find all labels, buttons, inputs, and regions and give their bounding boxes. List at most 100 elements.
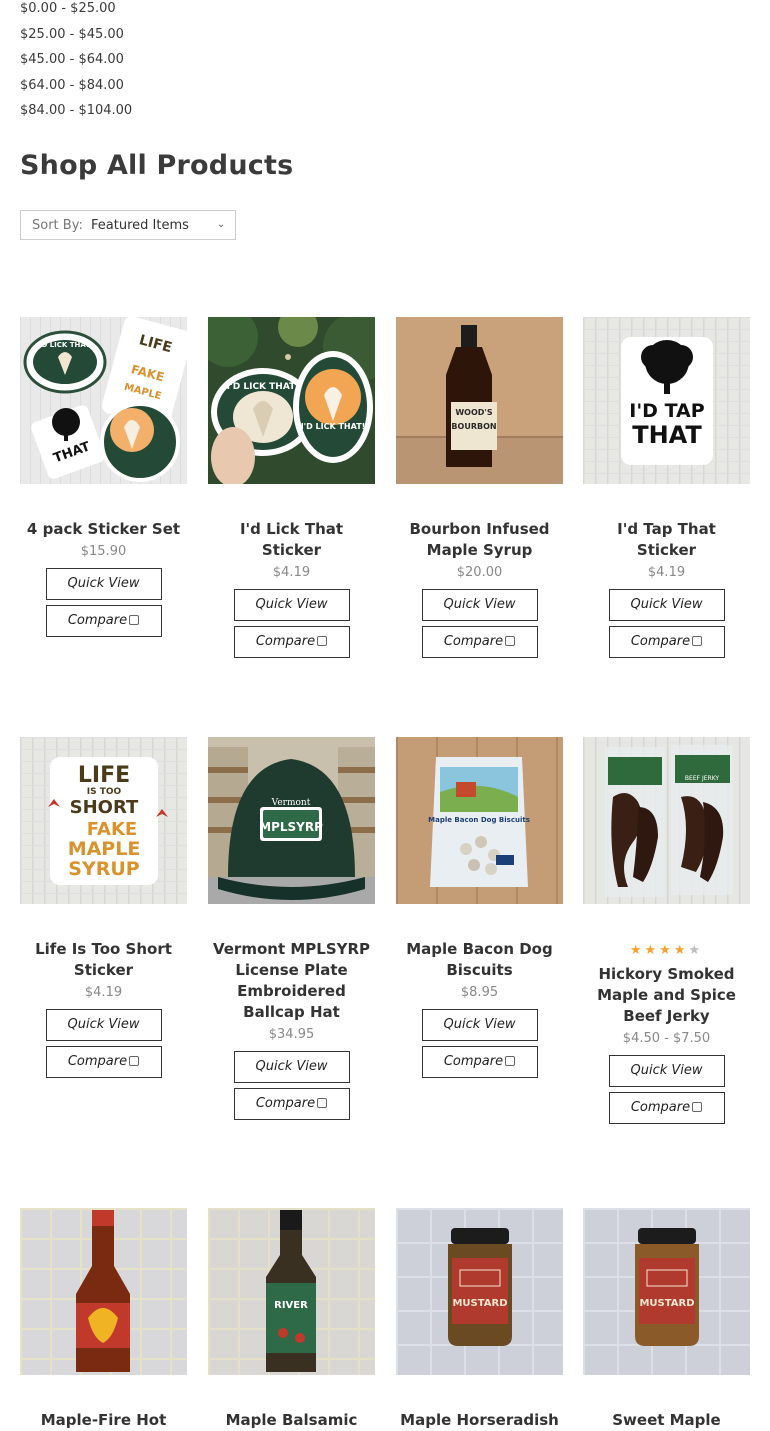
product-image[interactable]: I'D LICK THAT! I'D LICK THAT! — [208, 317, 375, 484]
product-card: Maple-Fire Hot — [20, 1208, 187, 1431]
sort-value[interactable]: Featured Items — [91, 218, 189, 233]
product-title[interactable]: I'd Tap That Sticker — [583, 519, 750, 561]
quick-view-button[interactable]: Quick View — [233, 1051, 350, 1083]
product-price: $4.19 — [272, 565, 311, 580]
product-price: $4.19 — [647, 565, 686, 580]
product-title[interactable]: Vermont MPLSYRP License Plate Embroidere… — [208, 939, 375, 1023]
star-icon: ★ — [659, 943, 674, 958]
compare-label: Compare — [67, 613, 128, 628]
compare-button[interactable]: Compare — [608, 1092, 725, 1124]
product-price: $8.95 — [460, 985, 499, 1000]
product-price: $4.50 - $7.50 — [622, 1031, 711, 1046]
svg-text:BOURBON: BOURBON — [451, 422, 496, 431]
product-title[interactable]: Maple Bacon Dog Biscuits — [396, 939, 563, 981]
product-image[interactable]: LIFE IS TOO SHORT FAKE MAPLE SYRUP — [20, 737, 187, 904]
svg-text:RIVER: RIVER — [274, 1300, 308, 1311]
product-title[interactable]: Sweet Maple — [583, 1410, 750, 1431]
product-image[interactable]: MUSTARD — [396, 1208, 563, 1375]
product-price: $15.90 — [80, 544, 127, 559]
compare-button[interactable]: Compare — [421, 1046, 538, 1078]
product-title[interactable]: Maple-Fire Hot — [20, 1410, 187, 1431]
compare-button[interactable]: Compare — [421, 626, 538, 658]
product-image[interactable]: I'D TAP THAT — [583, 317, 750, 484]
quick-view-button[interactable]: Quick View — [45, 1009, 162, 1041]
price-filter-link[interactable]: $64.00 - $84.00 — [20, 77, 132, 103]
compare-label: Compare — [443, 1054, 504, 1069]
chevron-down-icon: ⌄ — [217, 219, 226, 230]
price-filter-link[interactable]: $25.00 - $45.00 — [20, 26, 132, 52]
svg-text:FAKE: FAKE — [87, 819, 137, 840]
sort-select[interactable]: Sort By: Featured Items ⌄ — [20, 210, 236, 240]
compare-button[interactable]: Compare — [233, 626, 350, 658]
product-card: WOOD'S BOURBON Bourbon Infused Maple Syr… — [396, 317, 563, 658]
quick-view-button[interactable]: Quick View — [45, 568, 162, 600]
product-title[interactable]: 4 pack Sticker Set — [20, 519, 187, 540]
star-icon: ★ — [629, 943, 645, 958]
compare-checkbox[interactable] — [692, 636, 703, 646]
svg-text:SYRUP: SYRUP — [68, 858, 140, 880]
svg-text:Maple Bacon Dog Biscuits: Maple Bacon Dog Biscuits — [428, 816, 530, 824]
product-card: Maple Bacon Dog Biscuits Maple Bacon Dog… — [396, 737, 563, 1078]
compare-checkbox[interactable] — [317, 1098, 328, 1108]
star-icon: ★ — [673, 943, 689, 958]
compare-button[interactable]: Compare — [45, 605, 162, 637]
product-image[interactable]: MUSTARD — [583, 1208, 750, 1375]
svg-text:LIFE: LIFE — [78, 763, 130, 788]
quick-view-button[interactable]: Quick View — [608, 589, 725, 621]
quick-view-label: Quick View — [630, 597, 703, 612]
product-card: I'D LICK THAT! LIFE FAKE MAPLE THAT 4 pa… — [20, 317, 187, 637]
product-card: Vermont MPLSYRP Vermont MPLSYRP License … — [208, 737, 375, 1120]
svg-text:WOOD'S: WOOD'S — [455, 408, 493, 417]
compare-checkbox[interactable] — [129, 1056, 140, 1066]
compare-label: Compare — [67, 1054, 128, 1069]
quick-view-button[interactable]: Quick View — [233, 589, 350, 621]
product-image[interactable]: BEEF JERKY — [583, 737, 750, 904]
product-title[interactable]: I'd Lick That Sticker — [208, 519, 375, 561]
quick-view-label: Quick View — [67, 576, 140, 591]
price-filter-link[interactable]: $0.00 - $25.00 — [20, 0, 132, 26]
product-title[interactable]: Bourbon Infused Maple Syrup — [396, 519, 563, 561]
compare-label: Compare — [630, 634, 691, 649]
product-price: $4.19 — [84, 985, 123, 1000]
quick-view-label: Quick View — [630, 1063, 703, 1078]
product-title[interactable]: Life Is Too Short Sticker — [20, 939, 187, 981]
product-image[interactable]: Maple Bacon Dog Biscuits — [396, 737, 563, 904]
quick-view-button[interactable]: Quick View — [421, 589, 538, 621]
product-image[interactable]: I'D LICK THAT! LIFE FAKE MAPLE THAT — [20, 317, 187, 484]
star-icon: ★ — [688, 943, 704, 958]
compare-checkbox[interactable] — [505, 1056, 516, 1066]
compare-label: Compare — [630, 1100, 691, 1115]
product-image[interactable]: Vermont MPLSYRP — [208, 737, 375, 904]
quick-view-button[interactable]: Quick View — [608, 1055, 725, 1087]
quick-view-button[interactable]: Quick View — [421, 1009, 538, 1041]
compare-button[interactable]: Compare — [608, 626, 725, 658]
product-price: $20.00 — [456, 565, 503, 580]
product-title[interactable]: Maple Horseradish — [396, 1410, 563, 1431]
compare-button[interactable]: Compare — [45, 1046, 162, 1078]
price-filter-link[interactable]: $45.00 - $64.00 — [20, 51, 132, 77]
product-card: MUSTARD Maple Horseradish — [396, 1208, 563, 1431]
svg-text:I'D LICK THAT!: I'D LICK THAT! — [37, 341, 94, 349]
product-image[interactable]: RIVER — [208, 1208, 375, 1375]
product-image[interactable]: WOOD'S BOURBON — [396, 317, 563, 484]
compare-label: Compare — [255, 1096, 316, 1111]
compare-checkbox[interactable] — [317, 636, 328, 646]
quick-view-label: Quick View — [67, 1017, 140, 1032]
svg-text:MUSTARD: MUSTARD — [452, 1298, 507, 1309]
product-card: MUSTARD Sweet Maple — [583, 1208, 750, 1431]
product-title[interactable]: Maple Balsamic — [208, 1410, 375, 1431]
quick-view-label: Quick View — [255, 1059, 328, 1074]
compare-checkbox[interactable] — [129, 615, 140, 625]
compare-button[interactable]: Compare — [233, 1088, 350, 1120]
product-title[interactable]: Hickory Smoked Maple and Spice Beef Jerk… — [583, 964, 750, 1027]
product-image[interactable] — [20, 1208, 187, 1375]
compare-checkbox[interactable] — [505, 636, 516, 646]
price-filter-link[interactable]: $84.00 - $104.00 — [20, 102, 132, 128]
quick-view-label: Quick View — [443, 1017, 516, 1032]
compare-checkbox[interactable] — [692, 1102, 703, 1112]
quick-view-label: Quick View — [443, 597, 516, 612]
page-title: Shop All Products — [20, 150, 294, 181]
product-card: I'D TAP THAT I'd Tap That Sticker $4.19 … — [583, 317, 750, 658]
svg-text:BEEF JERKY: BEEF JERKY — [685, 775, 720, 782]
product-price: $34.95 — [268, 1027, 315, 1042]
